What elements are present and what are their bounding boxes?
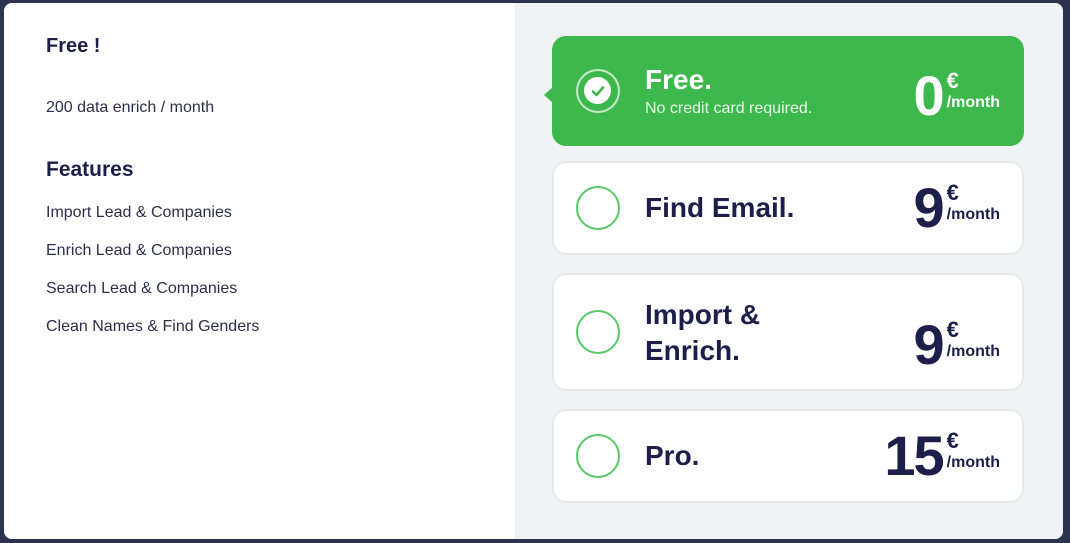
plan-card-free[interactable]: Free. No credit card required. 0 € /mont…: [544, 36, 1024, 146]
check-icon: [584, 77, 611, 104]
plan-subtitle: No credit card required.: [645, 100, 813, 117]
plan-radio-import-enrich[interactable]: [576, 310, 620, 354]
price-currency: €: [946, 180, 959, 205]
price-currency: €: [946, 428, 959, 453]
price-period: /month: [946, 454, 1000, 471]
plan-name-line2: Enrich.: [645, 335, 740, 366]
price-currency: €: [946, 317, 959, 342]
feature-item: Search Lead & Companies: [46, 280, 238, 297]
plan-card-import-enrich[interactable]: Import & Enrich. 9 € /month: [552, 273, 1024, 391]
plan-price: 0 € /month: [914, 68, 1000, 124]
price-period: /month: [946, 94, 1000, 111]
plan-name: Pro.: [645, 440, 700, 471]
pricing-panel: Free ! 200 data enrich / month Features …: [4, 3, 1063, 539]
plan-radio-find-email[interactable]: [576, 186, 620, 230]
plan-details: Free ! 200 data enrich / month Features …: [4, 3, 515, 539]
plan-card-pro[interactable]: Pro. 15 € /month: [552, 409, 1024, 503]
plan-name: Free.: [645, 64, 712, 95]
plan-price: 15 € /month: [884, 428, 1000, 484]
plan-price: 9 € /month: [914, 317, 1000, 373]
features-heading: Features: [46, 158, 134, 181]
price-amount: 0: [913, 64, 945, 127]
price-amount: 15: [884, 424, 944, 487]
feature-item: Clean Names & Find Genders: [46, 318, 260, 335]
feature-item: Enrich Lead & Companies: [46, 242, 232, 259]
plan-name: Import &: [645, 299, 761, 330]
price-period: /month: [946, 343, 1000, 360]
price-amount: 9: [913, 176, 945, 239]
plan-options: Free. No credit card required. 0 € /mont…: [515, 3, 1063, 539]
price-period: /month: [946, 206, 1000, 223]
price-currency: €: [946, 68, 959, 93]
plan-radio-free[interactable]: [576, 69, 620, 113]
plan-name: Find Email.: [645, 192, 795, 223]
price-amount: 9: [913, 313, 945, 376]
plan-price: 9 € /month: [914, 180, 1000, 236]
feature-item: Import Lead & Companies: [46, 204, 232, 221]
plan-card-find-email[interactable]: Find Email. 9 € /month: [552, 161, 1024, 255]
plan-radio-pro[interactable]: [576, 434, 620, 478]
features-list: Import Lead & Companies Enrich Lead & Co…: [46, 201, 259, 353]
plan-title: Free !: [46, 35, 101, 57]
plan-description: 200 data enrich / month: [46, 99, 215, 116]
